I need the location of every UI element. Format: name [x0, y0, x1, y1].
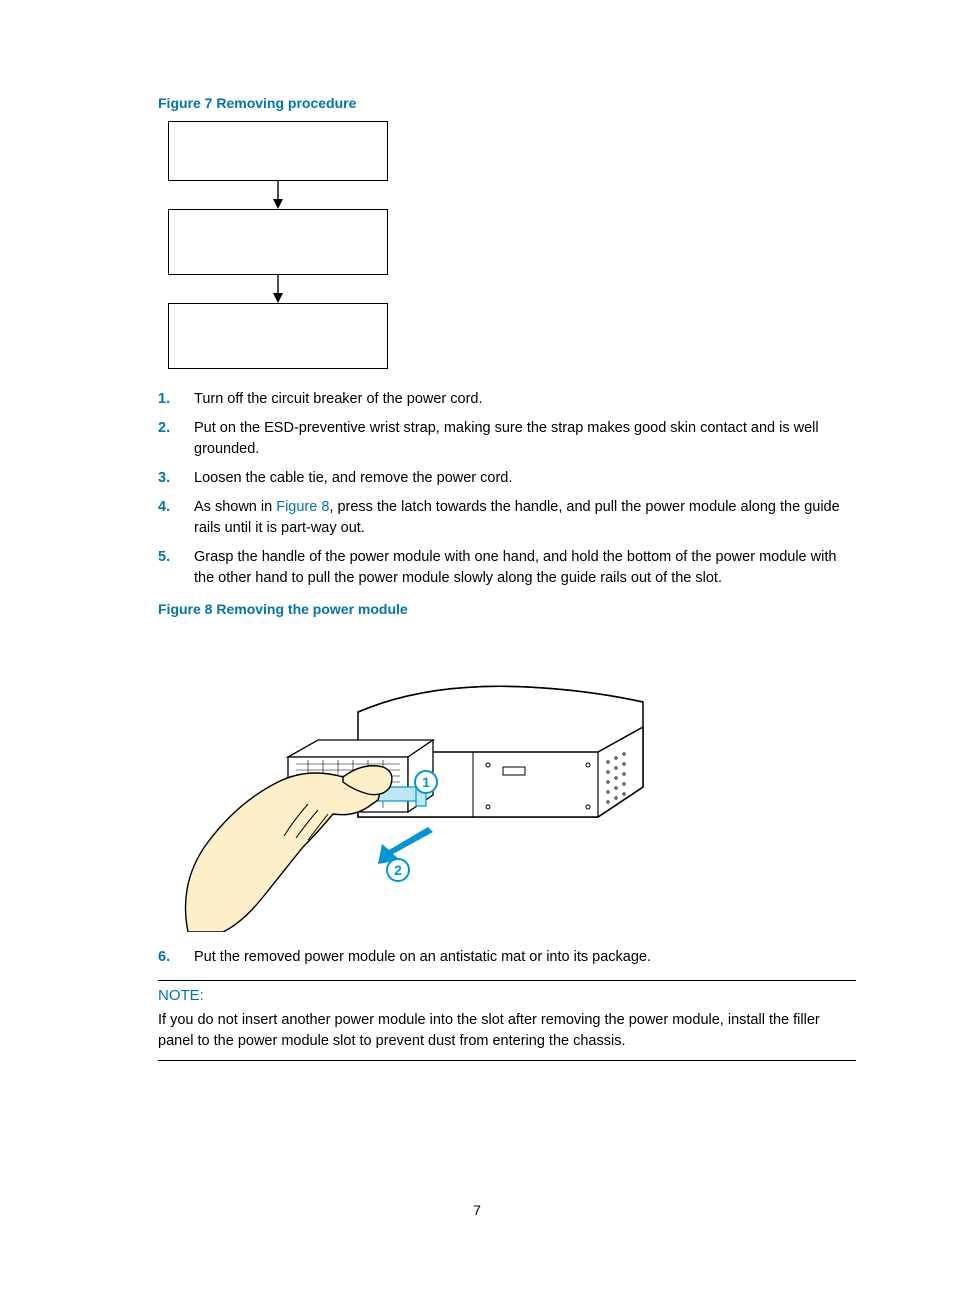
step-4: As shown in Figure 8, press the latch to… — [158, 497, 856, 539]
flowchart-box-3 — [168, 303, 388, 369]
step-1: Turn off the circuit breaker of the powe… — [158, 389, 856, 410]
figure-8-illustration: 1 2 — [158, 627, 856, 937]
step-3: Loosen the cable tie, and remove the pow… — [158, 468, 856, 489]
flowchart-arrow-2 — [168, 275, 388, 303]
note-block: NOTE: If you do not insert another power… — [158, 980, 856, 1061]
step-2: Put on the ESD-preventive wrist strap, m… — [158, 418, 856, 460]
procedure-steps: Turn off the circuit breaker of the powe… — [158, 389, 856, 589]
step-6: Put the removed power module on an antis… — [158, 947, 856, 968]
pull-arrow-icon — [378, 827, 433, 864]
flowchart-box-1 — [168, 121, 388, 181]
page-number: 7 — [0, 1202, 954, 1218]
svg-text:1: 1 — [422, 774, 430, 790]
flowchart-arrow-1 — [168, 181, 388, 209]
procedure-steps-cont: Put the removed power module on an antis… — [158, 947, 856, 968]
figure-8-caption: Figure 8 Removing the power module — [158, 601, 856, 617]
figure-7-caption: Figure 7 Removing procedure — [158, 95, 856, 111]
flowchart-box-2 — [168, 209, 388, 275]
step-4-prefix: As shown in — [194, 499, 276, 515]
note-body: If you do not insert another power modul… — [158, 1010, 856, 1052]
figure-8-xref[interactable]: Figure 8 — [276, 499, 329, 515]
flowchart-figure-7 — [168, 121, 856, 369]
step-5: Grasp the handle of the power module wit… — [158, 547, 856, 589]
svg-text:2: 2 — [394, 862, 402, 878]
note-title: NOTE: — [158, 987, 856, 1004]
